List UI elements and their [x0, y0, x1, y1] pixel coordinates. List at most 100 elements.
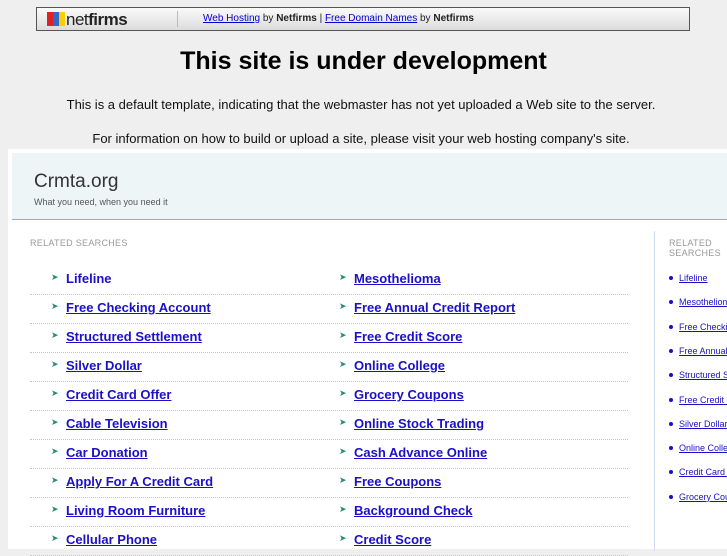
- side-search-link[interactable]: Free Annual Credit Report: [679, 346, 727, 356]
- arrow-icon: ➤: [51, 475, 59, 485]
- side-search-item[interactable]: Mesothelioma: [669, 297, 727, 307]
- arrow-icon: ➤: [339, 504, 347, 514]
- divider: [177, 11, 178, 27]
- bullet-icon: [669, 373, 673, 378]
- side-search-link[interactable]: Structured Settlement: [679, 370, 727, 380]
- arrow-icon: ➤: [339, 330, 347, 340]
- bullet-icon: [669, 470, 673, 475]
- related-search-link[interactable]: Car Donation: [66, 445, 148, 460]
- search-row: ➤ Apply For A Credit Card ➤ Free Coupons: [30, 468, 628, 498]
- side-search-link[interactable]: Free Checking Account: [679, 322, 727, 332]
- related-search-link[interactable]: Lifeline: [66, 271, 112, 286]
- arrow-icon: ➤: [339, 301, 347, 311]
- arrow-icon: ➤: [51, 533, 59, 543]
- bullet-icon: [669, 494, 673, 499]
- related-search-link[interactable]: Mesothelioma: [354, 271, 441, 286]
- arrow-icon: ➤: [51, 272, 59, 282]
- side-search-item[interactable]: Free Annual Credit Report: [669, 346, 727, 356]
- arrow-icon: ➤: [339, 533, 347, 543]
- site-header: Crmta.org What you need, when you need i…: [12, 153, 727, 220]
- bullet-icon: [669, 421, 673, 426]
- related-searches-main: RELATED SEARCHES ➤ Lifeline ➤ Mesothelioma…: [12, 231, 655, 556]
- arrow-icon: ➤: [51, 359, 59, 369]
- arrow-icon: ➤: [51, 446, 59, 456]
- info-text: This is a default template, indicating t…: [66, 97, 656, 112]
- search-row: ➤ Silver Dollar ➤ Online College: [30, 352, 628, 382]
- side-search-item[interactable]: Online College: [669, 443, 727, 453]
- related-search-link[interactable]: Apply For A Credit Card: [66, 474, 213, 489]
- bullet-icon: [669, 446, 673, 451]
- related-search-link[interactable]: Background Check: [354, 503, 472, 518]
- by-text: by: [420, 13, 431, 24]
- arrow-icon: ➤: [339, 359, 347, 369]
- search-row: ➤ Structured Settlement ➤ Free Credit Scor…: [30, 323, 628, 353]
- free-domain-names-link[interactable]: Free Domain Names: [325, 13, 417, 24]
- site-tagline: What you need, when you need it: [34, 197, 168, 207]
- search-row: ➤ Living Room Furniture ➤ Background Check: [30, 497, 628, 527]
- bullet-icon: [669, 276, 673, 280]
- arrow-icon: ➤: [51, 301, 59, 311]
- bullet-icon: [669, 324, 673, 329]
- site-name: Crmta.org: [34, 171, 119, 192]
- side-search-link[interactable]: Credit Card Offer: [679, 467, 727, 477]
- related-search-link[interactable]: Cable Television: [66, 416, 168, 431]
- netfirms-flag-icon: [47, 12, 65, 26]
- search-row: ➤ Car Donation ➤ Cash Advance Online: [30, 439, 628, 469]
- arrow-icon: ➤: [339, 417, 347, 427]
- arrow-icon: ➤: [51, 330, 59, 340]
- arrow-icon: ➤: [339, 446, 347, 456]
- related-search-link[interactable]: Free Credit Score: [354, 329, 462, 344]
- bullet-icon: [669, 397, 673, 402]
- side-search-item[interactable]: Free Checking Account: [669, 322, 727, 332]
- arrow-icon: ➤: [51, 504, 59, 514]
- related-search-link[interactable]: Free Annual Credit Report: [354, 300, 515, 315]
- side-search-link[interactable]: Silver Dollar: [679, 419, 727, 429]
- pipe: |: [319, 13, 323, 24]
- side-search-item[interactable]: Credit Card Offer: [669, 467, 727, 477]
- arrow-icon: ➤: [339, 475, 347, 485]
- search-row: ➤ Credit Card Offer ➤ Grocery Coupons: [30, 381, 628, 411]
- related-searches-heading: RELATED SEARCHES: [30, 238, 128, 248]
- netfirms-brand: Netfirms: [276, 13, 317, 24]
- side-search-item[interactable]: Structured Settlement: [669, 370, 727, 380]
- search-row: ➤ Cable Television ➤ Online Stock Trading: [30, 410, 628, 440]
- bullet-icon: [669, 348, 673, 353]
- related-searches-side: RELATED SEARCHES Lifeline Mesothelioma Fre…: [663, 231, 727, 551]
- arrow-icon: ➤: [339, 388, 347, 398]
- related-search-link[interactable]: Living Room Furniture: [66, 503, 205, 518]
- related-search-link[interactable]: Cash Advance Online: [354, 445, 487, 460]
- web-hosting-link[interactable]: Web Hosting: [203, 13, 260, 24]
- side-search-link[interactable]: Lifeline: [679, 273, 708, 283]
- side-search-link[interactable]: Online College: [679, 443, 727, 453]
- arrow-icon: ➤: [51, 417, 59, 427]
- related-search-link[interactable]: Credit Card Offer: [66, 387, 171, 402]
- side-search-link[interactable]: Mesothelioma: [679, 297, 727, 307]
- related-search-link[interactable]: Silver Dollar: [66, 358, 142, 373]
- related-search-link[interactable]: Online Stock Trading: [354, 416, 484, 431]
- arrow-icon: ➤: [339, 272, 347, 282]
- netfirms-banner: netfirms Web Hosting by Netfirms | Free …: [36, 7, 690, 31]
- side-search-item[interactable]: Free Credit Score: [669, 395, 727, 405]
- search-row: ➤ Cellular Phone ➤ Credit Score: [30, 526, 628, 556]
- related-search-link[interactable]: Structured Settlement: [66, 329, 202, 344]
- side-search-link[interactable]: Grocery Coupons: [679, 492, 727, 502]
- side-search-item[interactable]: Grocery Coupons: [669, 492, 727, 502]
- info-text: For information on how to build or uploa…: [92, 131, 630, 146]
- netfirms-logo[interactable]: netfirms: [47, 10, 128, 30]
- arrow-icon: ➤: [51, 388, 59, 398]
- related-search-link[interactable]: Online College: [354, 358, 445, 373]
- search-row: ➤ Lifeline ➤ Mesothelioma: [30, 265, 628, 295]
- related-searches-heading: RELATED SEARCHES: [669, 238, 721, 258]
- search-row: ➤ Free Checking Account ➤ Free Annual Cred…: [30, 294, 628, 324]
- related-search-link[interactable]: Grocery Coupons: [354, 387, 464, 402]
- related-search-link[interactable]: Free Checking Account: [66, 300, 211, 315]
- page-title: This site is under development: [180, 47, 547, 75]
- side-search-link[interactable]: Free Credit Score: [679, 395, 727, 405]
- side-search-item[interactable]: Silver Dollar: [669, 419, 727, 429]
- related-search-link[interactable]: Free Coupons: [354, 474, 441, 489]
- side-search-item[interactable]: Lifeline: [669, 273, 708, 283]
- netfirms-brand: Netfirms: [433, 13, 474, 24]
- parked-page-panel: Crmta.org What you need, when you need i…: [8, 149, 727, 556]
- by-text: by: [262, 13, 274, 24]
- bullet-icon: [669, 300, 673, 305]
